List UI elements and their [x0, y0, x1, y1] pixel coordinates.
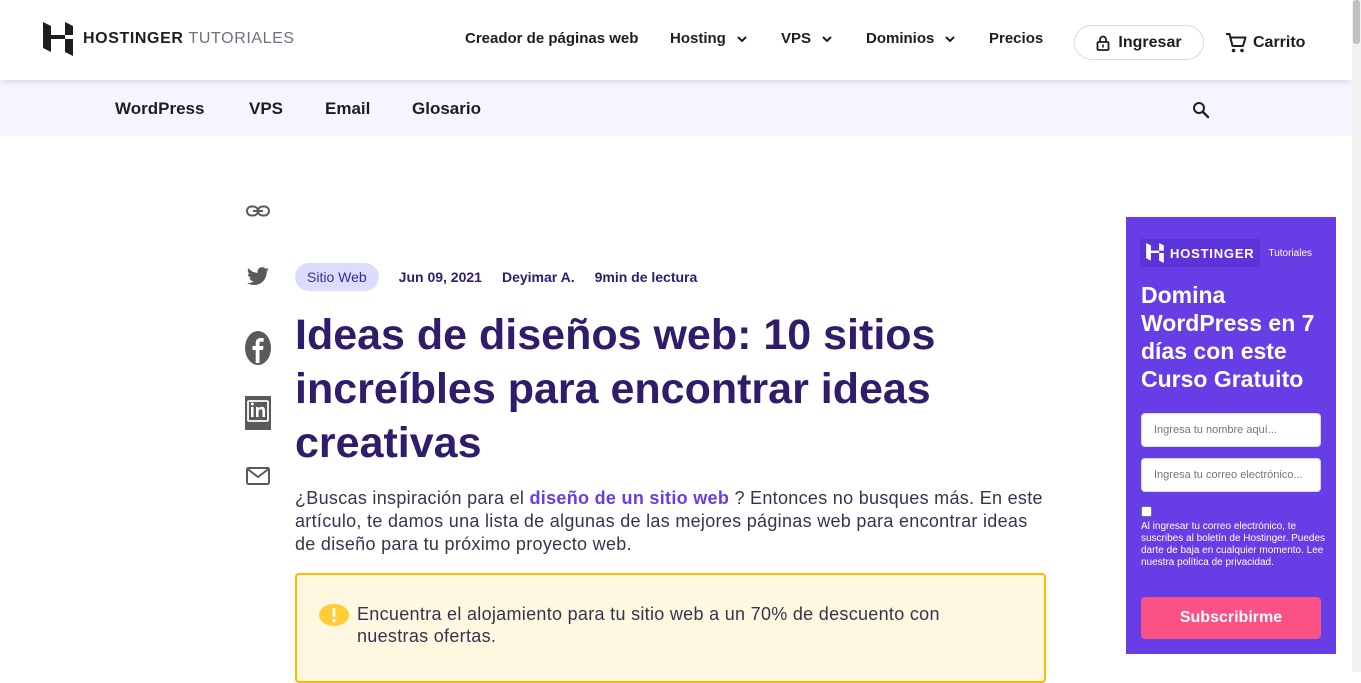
logo-section-text: TUTORIALES — [188, 30, 295, 47]
twitter-icon — [247, 267, 269, 285]
hostinger-logo[interactable]: HOSTINGER TUTORIALES — [43, 22, 295, 56]
intro-text-before: ¿Buscas inspiración para el — [295, 488, 530, 508]
nav-hosting[interactable]: Hosting — [670, 30, 748, 47]
top-header: HOSTINGER TUTORIALES Creador de páginas w… — [0, 0, 1352, 80]
nav-pricing[interactable]: Precios — [989, 30, 1043, 47]
consent-checkbox[interactable] — [1141, 506, 1152, 517]
sidebar-logo: HOSTINGER Tutoriales — [1140, 239, 1312, 267]
share-email-button[interactable] — [245, 463, 271, 489]
article-intro: ¿Buscas inspiración para el diseño de un… — [295, 487, 1045, 556]
promo-text: Encuentra el alojamiento para tu sitio w… — [357, 604, 940, 646]
subnav-item-wordpress[interactable]: WordPress — [115, 99, 204, 119]
chevron-down-icon — [822, 35, 832, 42]
sidebar-brand: HOSTINGER — [1170, 245, 1255, 261]
share-twitter-button[interactable] — [245, 264, 271, 290]
alert-icon — [319, 604, 349, 626]
chevron-down-icon — [945, 35, 956, 42]
newsletter-sidebar: HOSTINGER Tutoriales Domina WordPress en… — [1126, 217, 1336, 654]
sidebar-logo-box: HOSTINGER — [1140, 239, 1261, 267]
subnav-item-glossary[interactable]: Glosario — [412, 99, 481, 119]
share-linkedin-button[interactable] — [245, 396, 271, 430]
subscribe-button[interactable]: Subscribirme — [1141, 597, 1321, 639]
login-button[interactable]: Ingresar — [1074, 25, 1204, 60]
article-title: Ideas de diseños web: 10 sitios increíbl… — [295, 311, 936, 467]
linkedin-icon — [245, 396, 271, 430]
category-badge[interactable]: Sitio Web — [295, 263, 379, 291]
sidebar-title: Domina WordPress en 7 días con este Curs… — [1141, 282, 1315, 392]
nav-vps-label: VPS — [781, 30, 812, 47]
link-icon — [246, 205, 270, 217]
share-facebook-button[interactable] — [245, 330, 271, 366]
nav-pricing-label: Precios — [989, 30, 1044, 47]
cart-label: Carrito — [1253, 34, 1306, 51]
email-icon — [246, 467, 270, 485]
nav-domains-label: Dominios — [866, 30, 935, 47]
logo-brand-text: HOSTINGER — [83, 30, 184, 47]
hostinger-logo-icon — [1146, 243, 1164, 263]
facebook-icon — [245, 331, 271, 365]
read-time: 9min de lectura — [594, 269, 698, 285]
nav-website-builder[interactable]: Creador de páginas web — [465, 30, 638, 47]
scrollbar-thumb[interactable] — [1353, 0, 1360, 44]
publish-date: Jun 09, 2021 — [398, 269, 482, 285]
subnav-item-vps[interactable]: VPS — [249, 99, 283, 119]
page-scrollbar[interactable] — [1352, 0, 1361, 672]
nav-website-builder-label: Creador de páginas web — [465, 30, 639, 47]
search-icon[interactable] — [1192, 101, 1210, 119]
cart-icon — [1226, 33, 1247, 53]
tutorials-subnav: WordPress VPS Email Glosario — [0, 80, 1352, 136]
login-label: Ingresar — [1118, 33, 1182, 51]
consent-legal-text: Al ingresar tu correo electrónico, te su… — [1141, 521, 1325, 568]
name-input[interactable] — [1141, 413, 1321, 447]
nav-vps[interactable]: VPS — [781, 30, 833, 47]
promo-callout: Encuentra el alojamiento para tu sitio w… — [295, 573, 1046, 683]
nav-hosting-label: Hosting — [670, 30, 726, 47]
lock-icon — [1097, 35, 1110, 51]
chevron-down-icon — [737, 35, 747, 42]
author-name[interactable]: Deyimar A. — [502, 269, 575, 285]
nav-domains[interactable]: Dominios — [866, 30, 956, 47]
cart-button[interactable]: Carrito — [1225, 32, 1305, 54]
email-input[interactable] — [1141, 458, 1321, 492]
hostinger-logo-icon — [43, 22, 73, 56]
article-meta: Sitio Web Jun 09, 2021 Deyimar A. 9min d… — [295, 263, 697, 291]
copy-link-button[interactable] — [245, 198, 271, 224]
intro-link[interactable]: diseño de un sitio web — [530, 488, 730, 508]
subnav-item-email[interactable]: Email — [325, 99, 370, 119]
sidebar-brand-sub: Tutoriales — [1268, 247, 1313, 259]
